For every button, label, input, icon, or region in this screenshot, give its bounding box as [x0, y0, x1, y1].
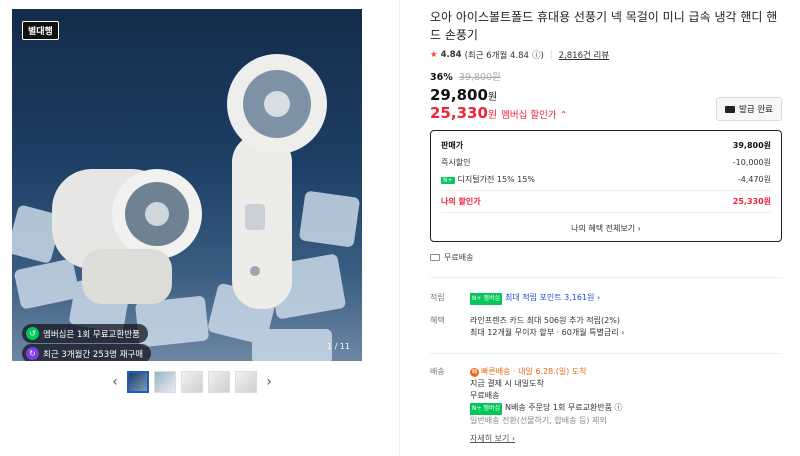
points-row: 적립 N+ 멤버십 최대 적립 포인트 3,161원 ›	[430, 292, 782, 305]
coupon-icon	[725, 105, 736, 113]
member-price-unit: 원	[487, 110, 498, 121]
price-row-value: 39,800원	[732, 141, 771, 150]
member-price-value: 25,330	[430, 104, 488, 122]
original-price: 39,800원	[458, 72, 501, 83]
price-row-value: -10,000원	[732, 158, 771, 167]
benefit-key: 혜택	[430, 316, 445, 325]
rebuy-badge: ↻ 최근 3개월간 253명 재구매	[22, 344, 152, 361]
free-shipping: 무료배송	[430, 252, 782, 263]
discount-row: 36% 39,800원	[430, 69, 782, 83]
delivery-line-4: N배송 주문당 1회 무료교환반품 ⓘ	[504, 403, 623, 412]
thumbnail-5[interactable]	[235, 371, 257, 393]
image-counter: 1 / 11	[326, 342, 350, 351]
thumbnail-3[interactable]	[181, 371, 203, 393]
benefit-line-1: 라인프렌즈 카드 최대 506원 추가 적립(2%)	[470, 316, 620, 325]
thumb-next-icon[interactable]: ›	[262, 374, 276, 390]
price-row-label: 나의 할인가	[441, 197, 481, 206]
all-benefits-link[interactable]: 나의 혜택 전체보기 ›	[441, 223, 771, 234]
price-divider	[441, 212, 771, 213]
naver-plus-badge: N+ 멤버십	[470, 403, 502, 415]
product-photo	[12, 54, 360, 361]
price-row-sale: 판매가 39,800원	[441, 137, 771, 154]
points-key: 적립	[430, 293, 445, 302]
column-divider	[399, 0, 400, 456]
thumbnail-4[interactable]	[208, 371, 230, 393]
sale-price-unit: 원	[487, 92, 498, 103]
rebuy-icon: ↻	[26, 347, 39, 360]
price-row-value: 25,330원	[732, 197, 771, 206]
price-row-label: 즉시할인	[441, 158, 471, 167]
info-icon[interactable]: ⓘ)	[532, 49, 544, 61]
product-title: 오아 아이스볼트폴드 휴대용 선풍기 넥 목걸이 미니 급속 냉각 핸디 핸드 …	[430, 10, 778, 42]
price-row-instant: 즉시할인 -10,000원	[441, 154, 771, 171]
star-icon: ★	[430, 50, 438, 60]
free-shipping-label: 무료배송	[444, 253, 474, 262]
review-count-link[interactable]: 2,816건 리뷰	[559, 49, 610, 61]
section-divider	[430, 277, 782, 278]
rebuy-badge-text: 최근 3개월간 253명 재구매	[43, 349, 144, 360]
price-divider	[441, 190, 771, 191]
thumbnail-strip: ‹ ›	[108, 371, 276, 393]
return-badge: ↺ 멤버십은 1회 무료교환반품	[22, 324, 148, 343]
price-row-value: -4,470원	[737, 175, 771, 184]
delivery-key: 배송	[430, 367, 445, 376]
thumbnail-2[interactable]	[154, 371, 176, 393]
product-info: 오아 아이스볼트폴드 휴대용 선풍기 넥 목걸이 미니 급속 냉각 핸디 핸드 …	[430, 8, 782, 445]
delivery-line-2: 지금 결제 시 내일도착	[470, 379, 544, 388]
coupon-button[interactable]: 발급 완료	[716, 97, 782, 121]
discount-percent: 36%	[430, 72, 453, 83]
sale-price-value: 29,800	[430, 86, 488, 104]
price-row-label: 판매가	[441, 141, 464, 150]
rating-recent: (최근 6개월 4.84	[464, 51, 529, 61]
benefit-row: 혜택 라인프렌즈 카드 최대 506원 추가 적립(2%) 최대 12개월 무이…	[430, 315, 782, 339]
price-row-digital: N+ 디지털가전 15% 15% -4,470원	[441, 171, 771, 188]
rating-separator: |	[549, 50, 553, 60]
delivery-row: 배송 빠 빠른배송 · 내일 6.28.(일) 도착 지금 결제 시 내일도착 무…	[430, 366, 782, 445]
thumbnail-1[interactable]	[127, 371, 149, 393]
product-main-image[interactable]: 별대행 ↺ 멤버십은 1회 무료교환반품 ↻ 최근 3개월간 253명 재구매 …	[12, 9, 362, 361]
thumb-prev-icon[interactable]: ‹	[108, 374, 122, 390]
points-link[interactable]: 최대 적립 포인트 3,161원 ›	[505, 293, 600, 302]
price-row-label: 디지털가전 15% 15%	[457, 175, 535, 184]
benefit-line-2[interactable]: 최대 12개월 무이자 할부 · 60개월 특별금리 ›	[470, 327, 624, 339]
coupon-button-label: 발급 완료	[739, 105, 773, 115]
member-price-label: 멤버십 할인가 ⌃	[501, 110, 568, 121]
return-badge-text: 멤버십은 1회 무료교환반품	[43, 329, 140, 340]
fast-delivery-label: 빠른배송	[481, 367, 511, 376]
rating-value: 4.84	[440, 50, 462, 60]
price-breakdown-box: 판매가 39,800원 즉시할인 -10,000원 N+ 디지털가전 15% 15…	[430, 130, 782, 242]
delivery-line-3: 무료배송	[470, 391, 500, 400]
delivery-line-5: 일반배송 전환(선물하기, 합배송 등) 제외	[470, 416, 607, 425]
brand-badge: 별대행	[22, 21, 59, 40]
price-row-my: 나의 할인가 25,330원	[441, 193, 771, 210]
section-divider	[430, 353, 782, 354]
truck-icon	[430, 254, 440, 261]
delivery-date: · 내일 6.28.(일) 도착	[510, 367, 587, 376]
delivery-more-link[interactable]: 자세히 보기 ›	[470, 434, 515, 443]
rating-row: ★ 4.84 (최근 6개월 4.84 ⓘ) | 2,816건 리뷰	[430, 49, 782, 61]
naver-plus-badge: N+ 멤버십	[470, 293, 502, 305]
naver-plus-badge: N+	[441, 177, 455, 184]
return-icon: ↺	[26, 327, 39, 340]
fast-delivery-icon: 빠	[470, 368, 479, 377]
